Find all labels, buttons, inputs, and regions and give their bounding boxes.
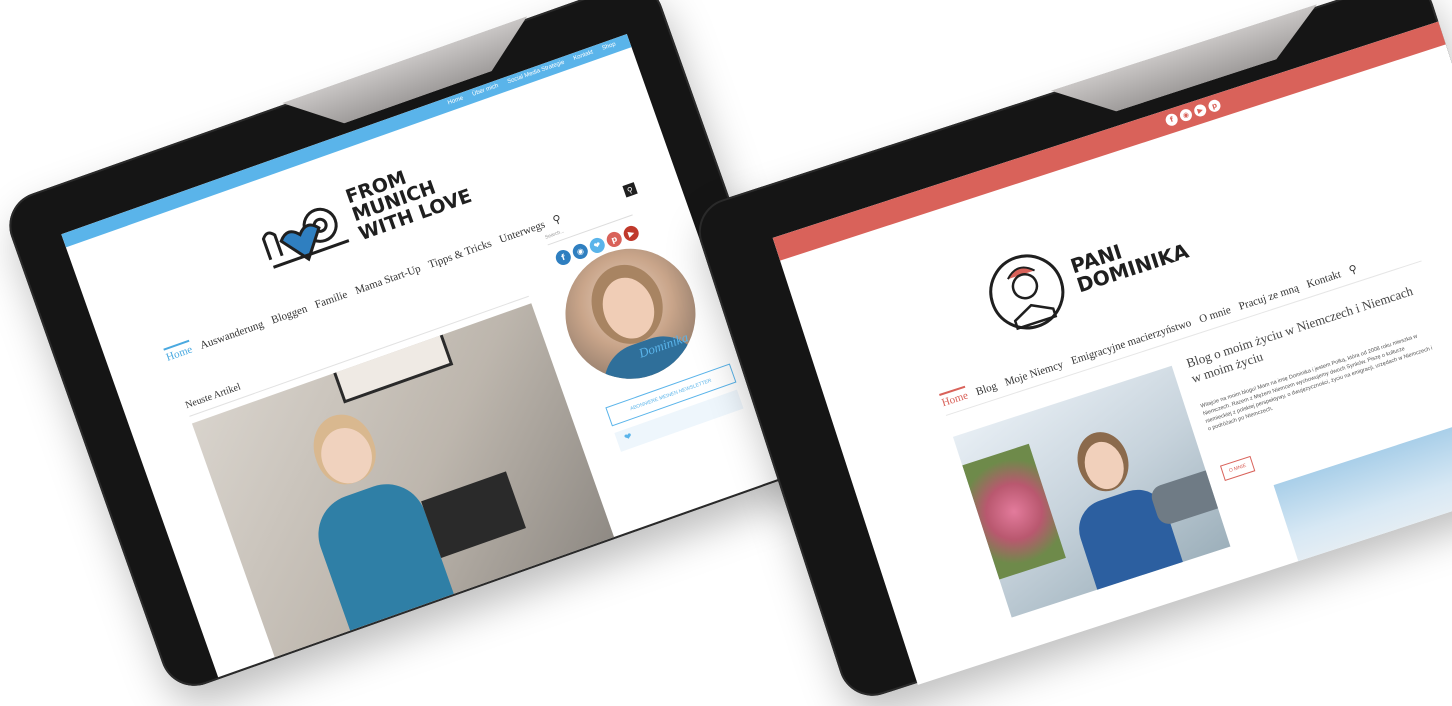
menu-emigration-motherhood[interactable]: Emigracyjne macierzyństwo [1070,317,1193,367]
menu-mama-startup[interactable]: Mama Start-Up [354,263,423,297]
laptop [421,471,526,558]
logo-text: FROM MUNICH WITH LOVE [343,150,475,245]
youtube-icon[interactable]: ▶ [1192,102,1208,119]
girl-reading-logo-icon [989,254,1065,331]
car [1148,467,1228,527]
secondary-image[interactable] [1273,392,1452,571]
search-icon[interactable]: ⚲ [1347,262,1359,277]
menu-family[interactable]: Familie [313,289,349,312]
screen-right: f ◉ ▶ p PANI DOMINIKA Home Blog Moje Nie… [772,21,1452,685]
poster-frame [329,325,454,404]
search-icon: ⚲ [625,184,635,196]
search-button[interactable]: ⚲ [622,182,638,198]
menu-blogging[interactable]: Bloggen [270,303,309,327]
menu-emigration[interactable]: Auswanderung [199,318,266,352]
menu-my-germany[interactable]: Moje Niemcy [1003,359,1065,389]
menu-travel[interactable]: Unterwegs [498,219,547,246]
tablet-right: f ◉ ▶ p PANI DOMINIKA Home Blog Moje Nie… [690,0,1452,705]
instagram-icon[interactable]: ◉ [1178,107,1194,123]
facebook-icon[interactable]: f [1164,112,1180,128]
top-nav-shop[interactable]: Shop [601,41,616,51]
menu-work-with-me[interactable]: Pracuj ze mną [1237,282,1300,313]
munich-logo-icon [261,207,350,269]
menu-home[interactable]: Home [939,385,970,410]
top-social-icons: f ◉ ▶ p [1164,98,1223,128]
about-button[interactable]: O MNIE [1219,455,1256,481]
pinterest-icon[interactable]: p [604,229,624,250]
twitter-icon[interactable]: ❤ [587,235,607,256]
menu-blog[interactable]: Blog [974,380,998,398]
search-icon[interactable]: ⚲ [551,212,563,227]
logo-text: PANI DOMINIKA [1067,221,1191,298]
menu-home[interactable]: Home [163,339,195,364]
top-nav-contact[interactable]: Kontakt [573,49,594,61]
flowers [962,443,1066,580]
instagram-icon[interactable]: ◉ [570,241,590,262]
featured-image[interactable] [952,365,1231,618]
top-nav-social-media[interactable]: Social Media Strategie [507,60,566,86]
youtube-icon[interactable]: ▶ [621,223,641,244]
menu-tips[interactable]: Tipps & Tricks [427,238,493,271]
top-nav-home[interactable]: Home [447,95,464,106]
pinterest-icon[interactable]: p [1206,98,1223,114]
top-nav-about[interactable]: Über mich [472,83,500,98]
facebook-icon[interactable]: f [553,247,573,268]
screen-left: Home Über mich Social Media Strategie Ko… [61,33,784,678]
featured-article-image[interactable] [191,303,615,660]
tablet-left: Home Über mich Social Media Strategie Ko… [0,0,825,696]
heart-icon: ❤ [623,431,634,444]
